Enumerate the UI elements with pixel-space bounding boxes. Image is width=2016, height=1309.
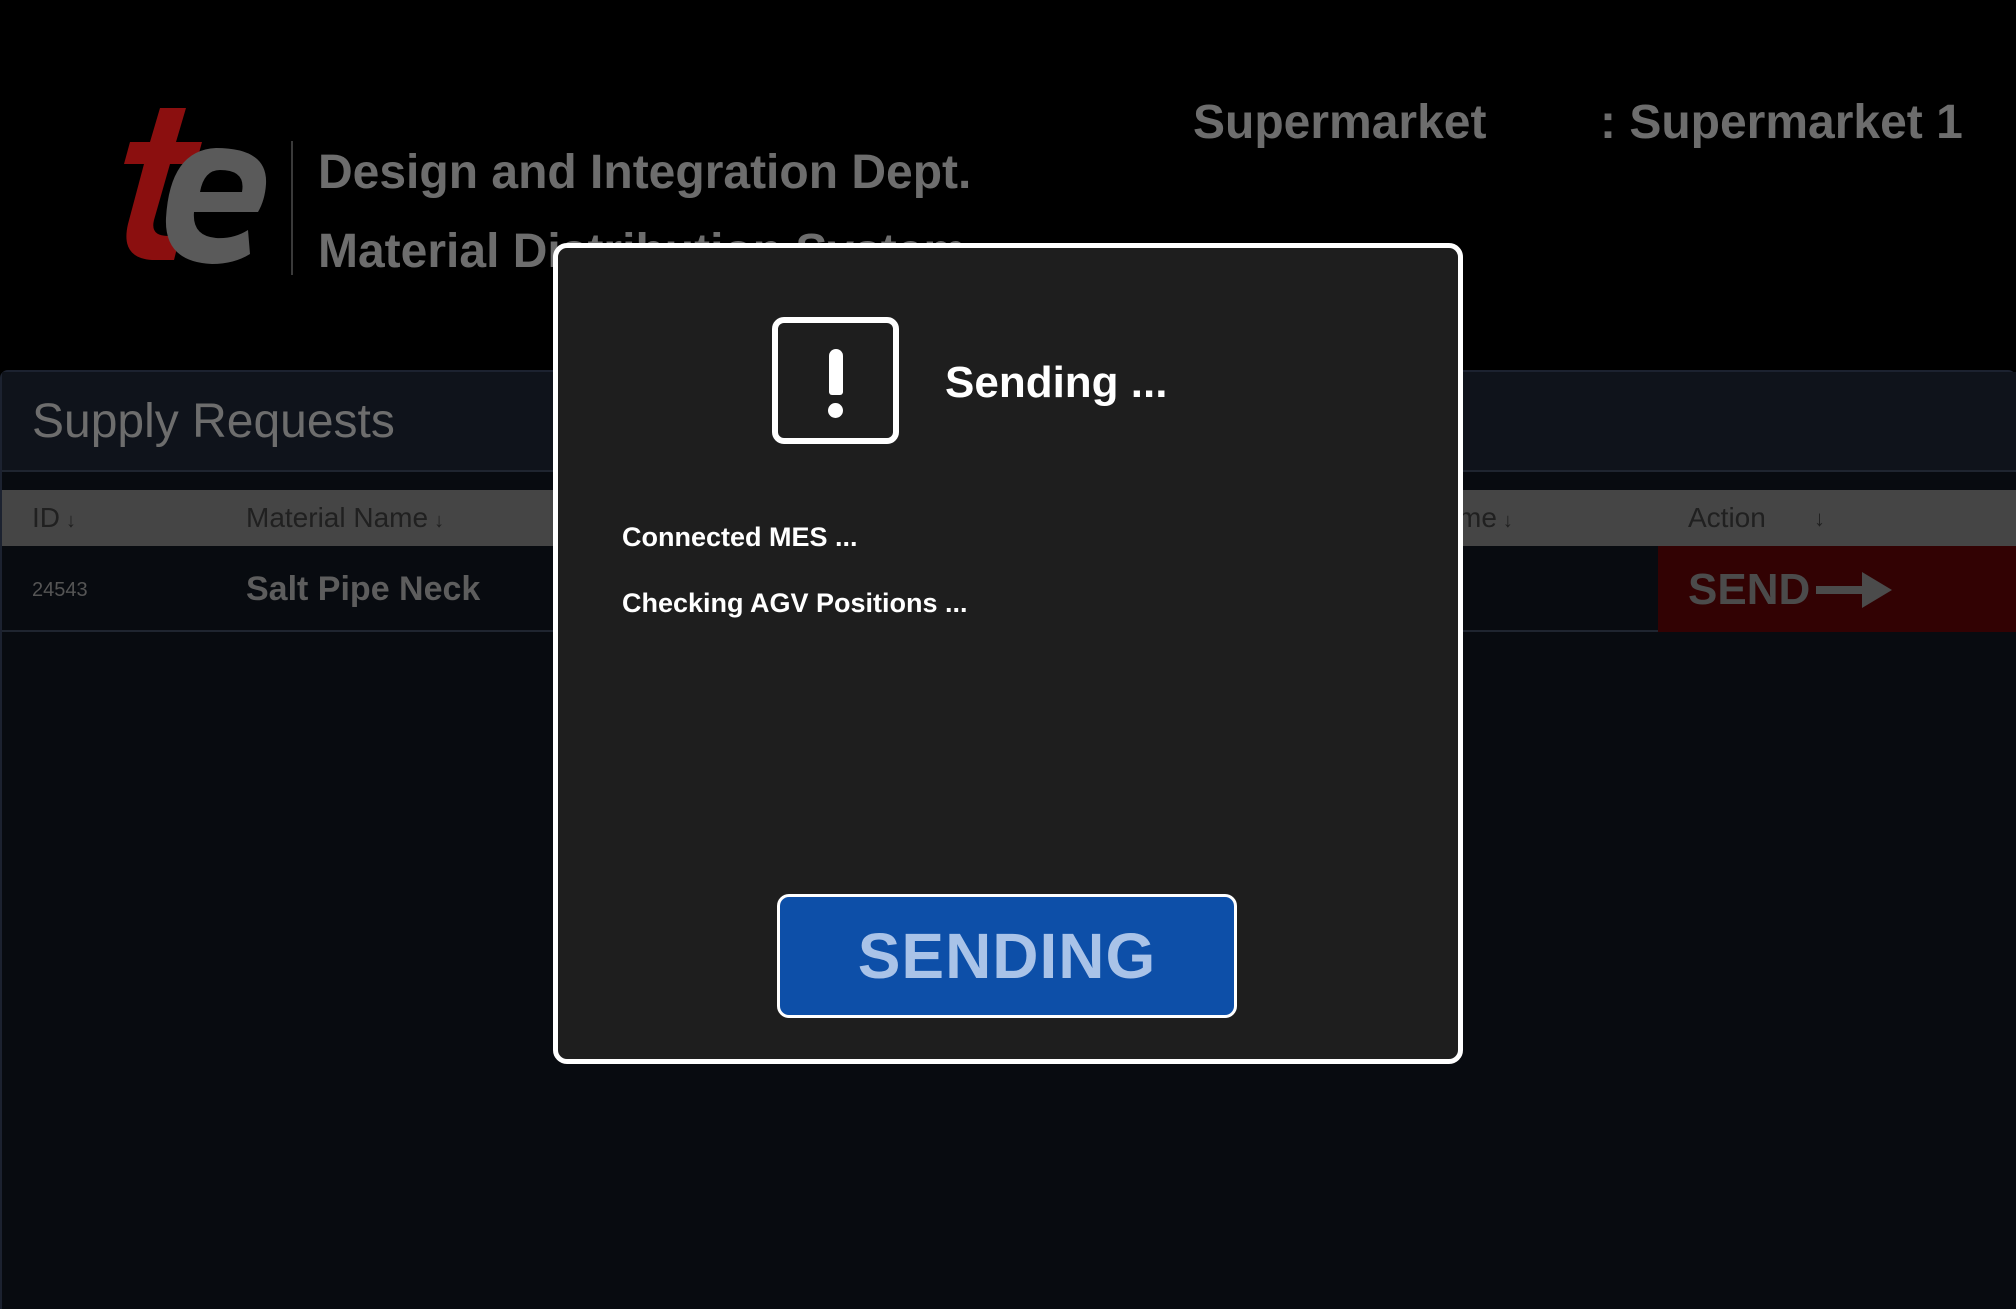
column-header-action-label: Action (1688, 502, 1766, 533)
sending-dialog: Sending ... Connected MES ... Checking A… (553, 243, 1463, 1064)
dialog-title: Sending ... (945, 358, 1168, 407)
send-button[interactable]: SEND (1658, 546, 2016, 632)
row-id: 24543 (32, 579, 88, 601)
te-logo (124, 108, 267, 264)
column-header-id[interactable]: ID ↓ (32, 504, 76, 532)
status-line-mes: Connected MES ... (622, 522, 858, 552)
sort-arrow-down-icon: ↓ (1502, 510, 1513, 532)
supermarket-label: Supermarket (1193, 96, 1487, 149)
column-header-name-label: me (1458, 502, 1497, 533)
supermarket-value: : Supermarket 1 (1600, 96, 1963, 149)
sending-button[interactable]: SENDING (777, 894, 1237, 1018)
sort-arrow-down-icon: ↓ (434, 510, 445, 532)
sort-arrow-down-icon[interactable]: ↓ (1814, 506, 1825, 532)
status-line-agv: Checking AGV Positions ... (622, 588, 968, 618)
column-header-id-label: ID (32, 502, 60, 533)
panel-title: Supply Requests (32, 395, 395, 448)
column-header-name[interactable]: me ↓ (1458, 504, 1513, 532)
sending-button-label: SENDING (857, 920, 1157, 992)
department-title: Design and Integration Dept. (318, 146, 972, 199)
exclamation-bar (828, 349, 843, 395)
send-button-label: SEND (1688, 565, 1811, 614)
column-header-action[interactable]: Action (1688, 504, 1766, 532)
row-material-name: Salt Pipe Neck (246, 570, 481, 608)
sort-arrow-down-icon: ↓ (66, 510, 76, 532)
app-screen: Design and Integration Dept. Material Di… (0, 0, 2016, 1309)
exclamation-square-icon (772, 317, 899, 444)
logo-divider (291, 141, 293, 275)
column-header-material-label: Material Name (246, 502, 429, 533)
column-header-material[interactable]: Material Name ↓ (246, 504, 444, 532)
exclamation-dot (828, 403, 843, 418)
arrow-right-icon (1816, 572, 1892, 608)
